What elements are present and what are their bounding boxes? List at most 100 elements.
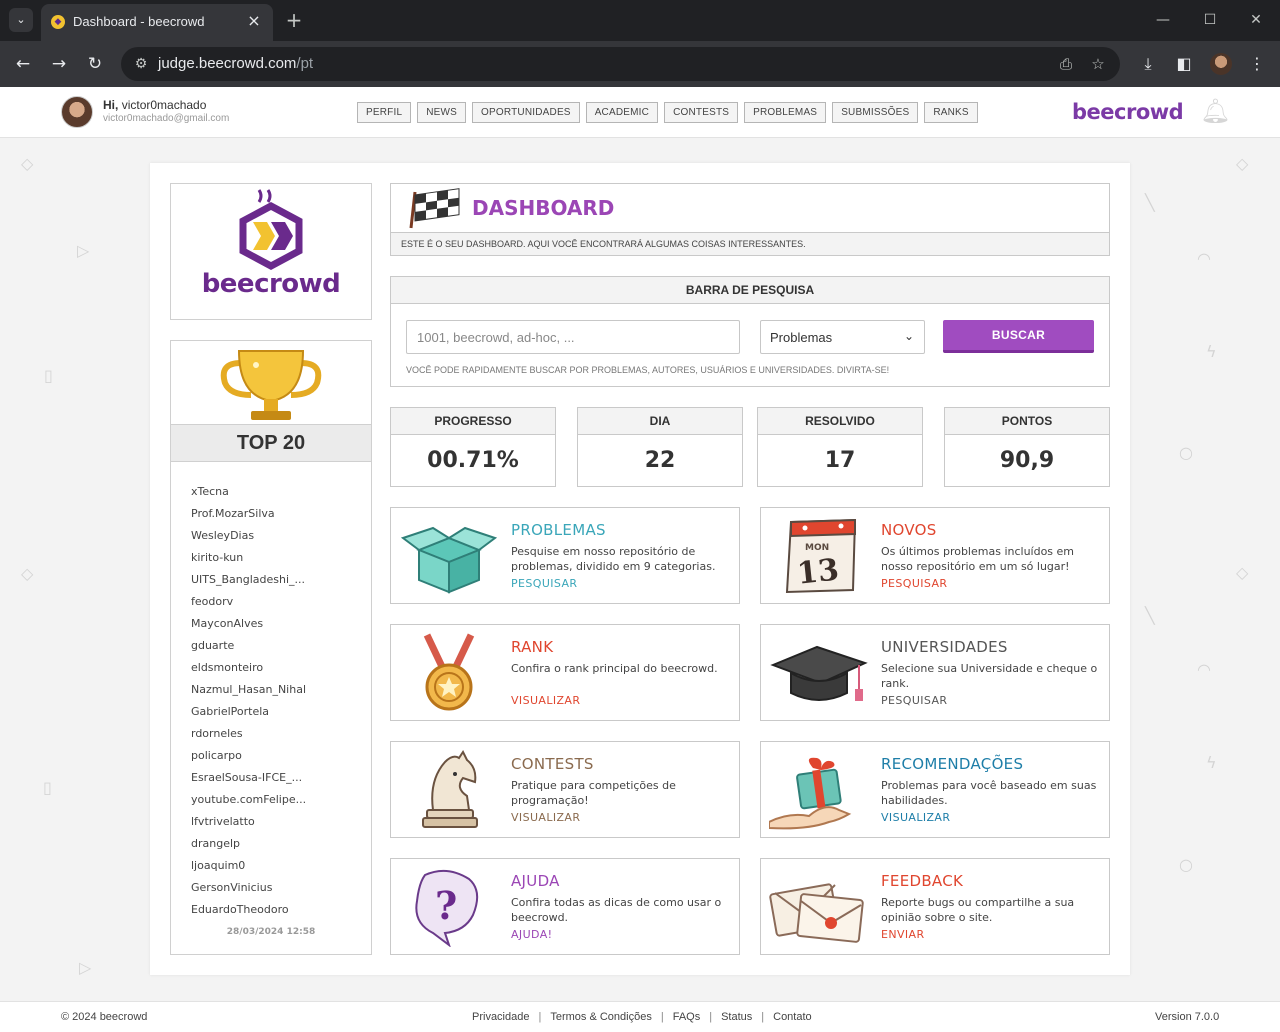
checkered-flag-icon [409, 188, 460, 229]
feature-title[interactable]: RECOMENDAÇÕES [881, 755, 1023, 773]
bg-diamond-icon: ◇ [21, 564, 34, 583]
nav-submissoes[interactable]: SUBMISSÕES [832, 102, 919, 123]
top20-user[interactable]: Nazmul_Hasan_Nihal [191, 679, 361, 701]
stat-value: 00.71% [427, 448, 519, 473]
side-panel-icon[interactable]: ◧ [1170, 50, 1198, 78]
top20-user[interactable]: Prof.MozarSilva [191, 503, 361, 525]
top20-user[interactable]: drangelp [191, 833, 361, 855]
back-arrow-icon[interactable]: ← [9, 50, 37, 78]
top20-user[interactable]: youtube.comFelipe... [191, 789, 361, 811]
stat-label: PROGRESSO [391, 408, 555, 435]
footer-link-termos[interactable]: Termos & Condições [550, 1011, 652, 1023]
nav-academic[interactable]: ACADEMIC [585, 102, 659, 123]
footer-link-contato[interactable]: Contato [773, 1011, 812, 1023]
footer-link-status[interactable]: Status [721, 1011, 752, 1023]
forward-arrow-icon[interactable]: → [45, 50, 73, 78]
search-category-select[interactable]: Problemas ⌄ [760, 320, 925, 354]
trophy-icon [220, 350, 322, 420]
top20-user[interactable]: rdorneles [191, 723, 361, 745]
top20-user[interactable]: feodorv [191, 591, 361, 613]
top20-user[interactable]: ljoaquim0 [191, 855, 361, 877]
nav-contests[interactable]: CONTESTS [664, 102, 739, 123]
notification-bell-icon[interactable]: 🔔︎ [1200, 97, 1230, 125]
username[interactable]: victor0machado [122, 98, 207, 112]
browser-tab-active[interactable]: ◆ Dashboard - beecrowd × [41, 4, 273, 41]
install-app-icon[interactable]: ⎙ [1056, 54, 1076, 74]
footer-link-faqs[interactable]: FAQs [673, 1011, 701, 1023]
feature-title[interactable]: NOVOS [881, 521, 937, 539]
top20-user[interactable]: kirito-kun [191, 547, 361, 569]
top20-user[interactable]: gduarte [191, 635, 361, 657]
bookmark-star-icon[interactable]: ☆ [1088, 54, 1108, 74]
feature-card-novos[interactable]: MON 13 NOVOS Os últimos problemas incluí… [760, 507, 1110, 604]
calendar-day: MON [805, 543, 829, 553]
envelope-icon [769, 883, 864, 943]
feature-link[interactable]: VISUALIZAR [511, 811, 580, 824]
tab-close-icon[interactable]: × [244, 11, 264, 31]
footer-link-privacidade[interactable]: Privacidade [472, 1011, 529, 1023]
user-avatar[interactable] [61, 96, 93, 128]
nav-ranks[interactable]: RANKS [924, 102, 978, 123]
feature-title[interactable]: AJUDA [511, 872, 560, 890]
top20-user[interactable]: UITS_Bangladeshi_... [191, 569, 361, 591]
maximize-icon[interactable]: ☐ [1195, 8, 1225, 32]
stat-resolvido: RESOLVIDO 17 [757, 407, 923, 487]
feature-link[interactable]: PESQUISAR [881, 694, 947, 707]
site-info-icon[interactable]: ⚙ [131, 54, 151, 74]
feature-title[interactable]: CONTESTS [511, 755, 594, 773]
beecrowd-favicon-icon: ◆ [51, 15, 65, 29]
top20-updated-timestamp: 28/03/2024 12:58 [226, 927, 316, 937]
feature-card-recomendacoes[interactable]: RECOMENDAÇÕES Problemas para você basead… [760, 741, 1110, 838]
beecrowd-logo-box[interactable]: beecrowd [170, 183, 372, 320]
tab-search-chevron-icon[interactable]: ⌄ [9, 8, 33, 32]
dashboard-subtitle: ESTE É O SEU DASHBOARD. AQUI VOCÊ ENCONT… [391, 232, 1109, 255]
feature-card-rank[interactable]: RANK Confira o rank principal do beecrow… [390, 624, 740, 721]
top20-user[interactable]: GersonVinicius [191, 877, 361, 899]
top20-user[interactable]: policarpo [191, 745, 361, 767]
browser-menu-icon[interactable]: ⋮ [1243, 50, 1271, 78]
feature-title[interactable]: FEEDBACK [881, 872, 963, 890]
top20-user[interactable]: xTecna [191, 481, 361, 503]
top20-user[interactable]: eldsmonteiro [191, 657, 361, 679]
search-input[interactable] [406, 320, 740, 354]
top20-user[interactable]: lfvtrivelatto [191, 811, 361, 833]
address-url[interactable]: judge.beecrowd.com/pt [158, 55, 313, 72]
feature-link[interactable]: VISUALIZAR [511, 694, 580, 707]
top20-user[interactable]: WesleyDias [191, 525, 361, 547]
feature-card-contests[interactable]: CONTESTS Pratique para competições de pr… [390, 741, 740, 838]
nav-oportunidades[interactable]: OPORTUNIDADES [472, 102, 580, 123]
brand-logo-text[interactable]: beecrowd [1072, 100, 1184, 124]
feature-card-problemas[interactable]: PROBLEMAS Pesquise em nosso repositório … [390, 507, 740, 604]
feature-link[interactable]: PESQUISAR [511, 577, 577, 590]
search-button[interactable]: BUSCAR [943, 320, 1094, 353]
top20-user[interactable]: MayconAlves [191, 613, 361, 635]
top20-user[interactable]: EduardoTheodoro [191, 899, 361, 921]
feature-link[interactable]: PESQUISAR [881, 577, 947, 590]
nav-problemas[interactable]: PROBLEMAS [744, 102, 827, 123]
feature-card-universidades[interactable]: UNIVERSIDADES Selecione sua Universidade… [760, 624, 1110, 721]
feature-title[interactable]: RANK [511, 638, 553, 656]
minimize-icon[interactable]: — [1148, 8, 1178, 32]
stat-label: DIA [578, 408, 742, 435]
feature-title[interactable]: UNIVERSIDADES [881, 638, 1008, 656]
download-icon[interactable]: ⤓ [1134, 50, 1162, 78]
window-close-icon[interactable]: ✕ [1241, 8, 1271, 32]
reload-icon[interactable]: ↻ [81, 50, 109, 78]
feature-link[interactable]: AJUDA! [511, 928, 552, 941]
bg-triangle-icon: ▷ [79, 958, 92, 977]
nav-perfil[interactable]: PERFIL [357, 102, 412, 123]
medal-icon [423, 633, 475, 711]
feature-title[interactable]: PROBLEMAS [511, 521, 606, 539]
top20-user[interactable]: GabrielPortela [191, 701, 361, 723]
feature-card-feedback[interactable]: FEEDBACK Reporte bugs ou compartilhe a s… [760, 858, 1110, 955]
feature-card-ajuda[interactable]: ? AJUDA Confira todas as dicas de como u… [390, 858, 740, 955]
feature-link[interactable]: VISUALIZAR [881, 811, 950, 824]
graduation-cap-icon [770, 645, 868, 701]
address-bar[interactable]: ⚙ judge.beecrowd.com/pt ⎙ ☆ [121, 47, 1120, 81]
browser-profile-avatar[interactable] [1210, 53, 1232, 75]
feature-link[interactable]: ENVIAR [881, 928, 925, 941]
bg-bar-icon: ▯ [44, 366, 53, 385]
new-tab-icon[interactable]: + [283, 8, 305, 32]
nav-news[interactable]: NEWS [417, 102, 467, 123]
top20-user[interactable]: EsraelSousa-IFCE_... [191, 767, 361, 789]
